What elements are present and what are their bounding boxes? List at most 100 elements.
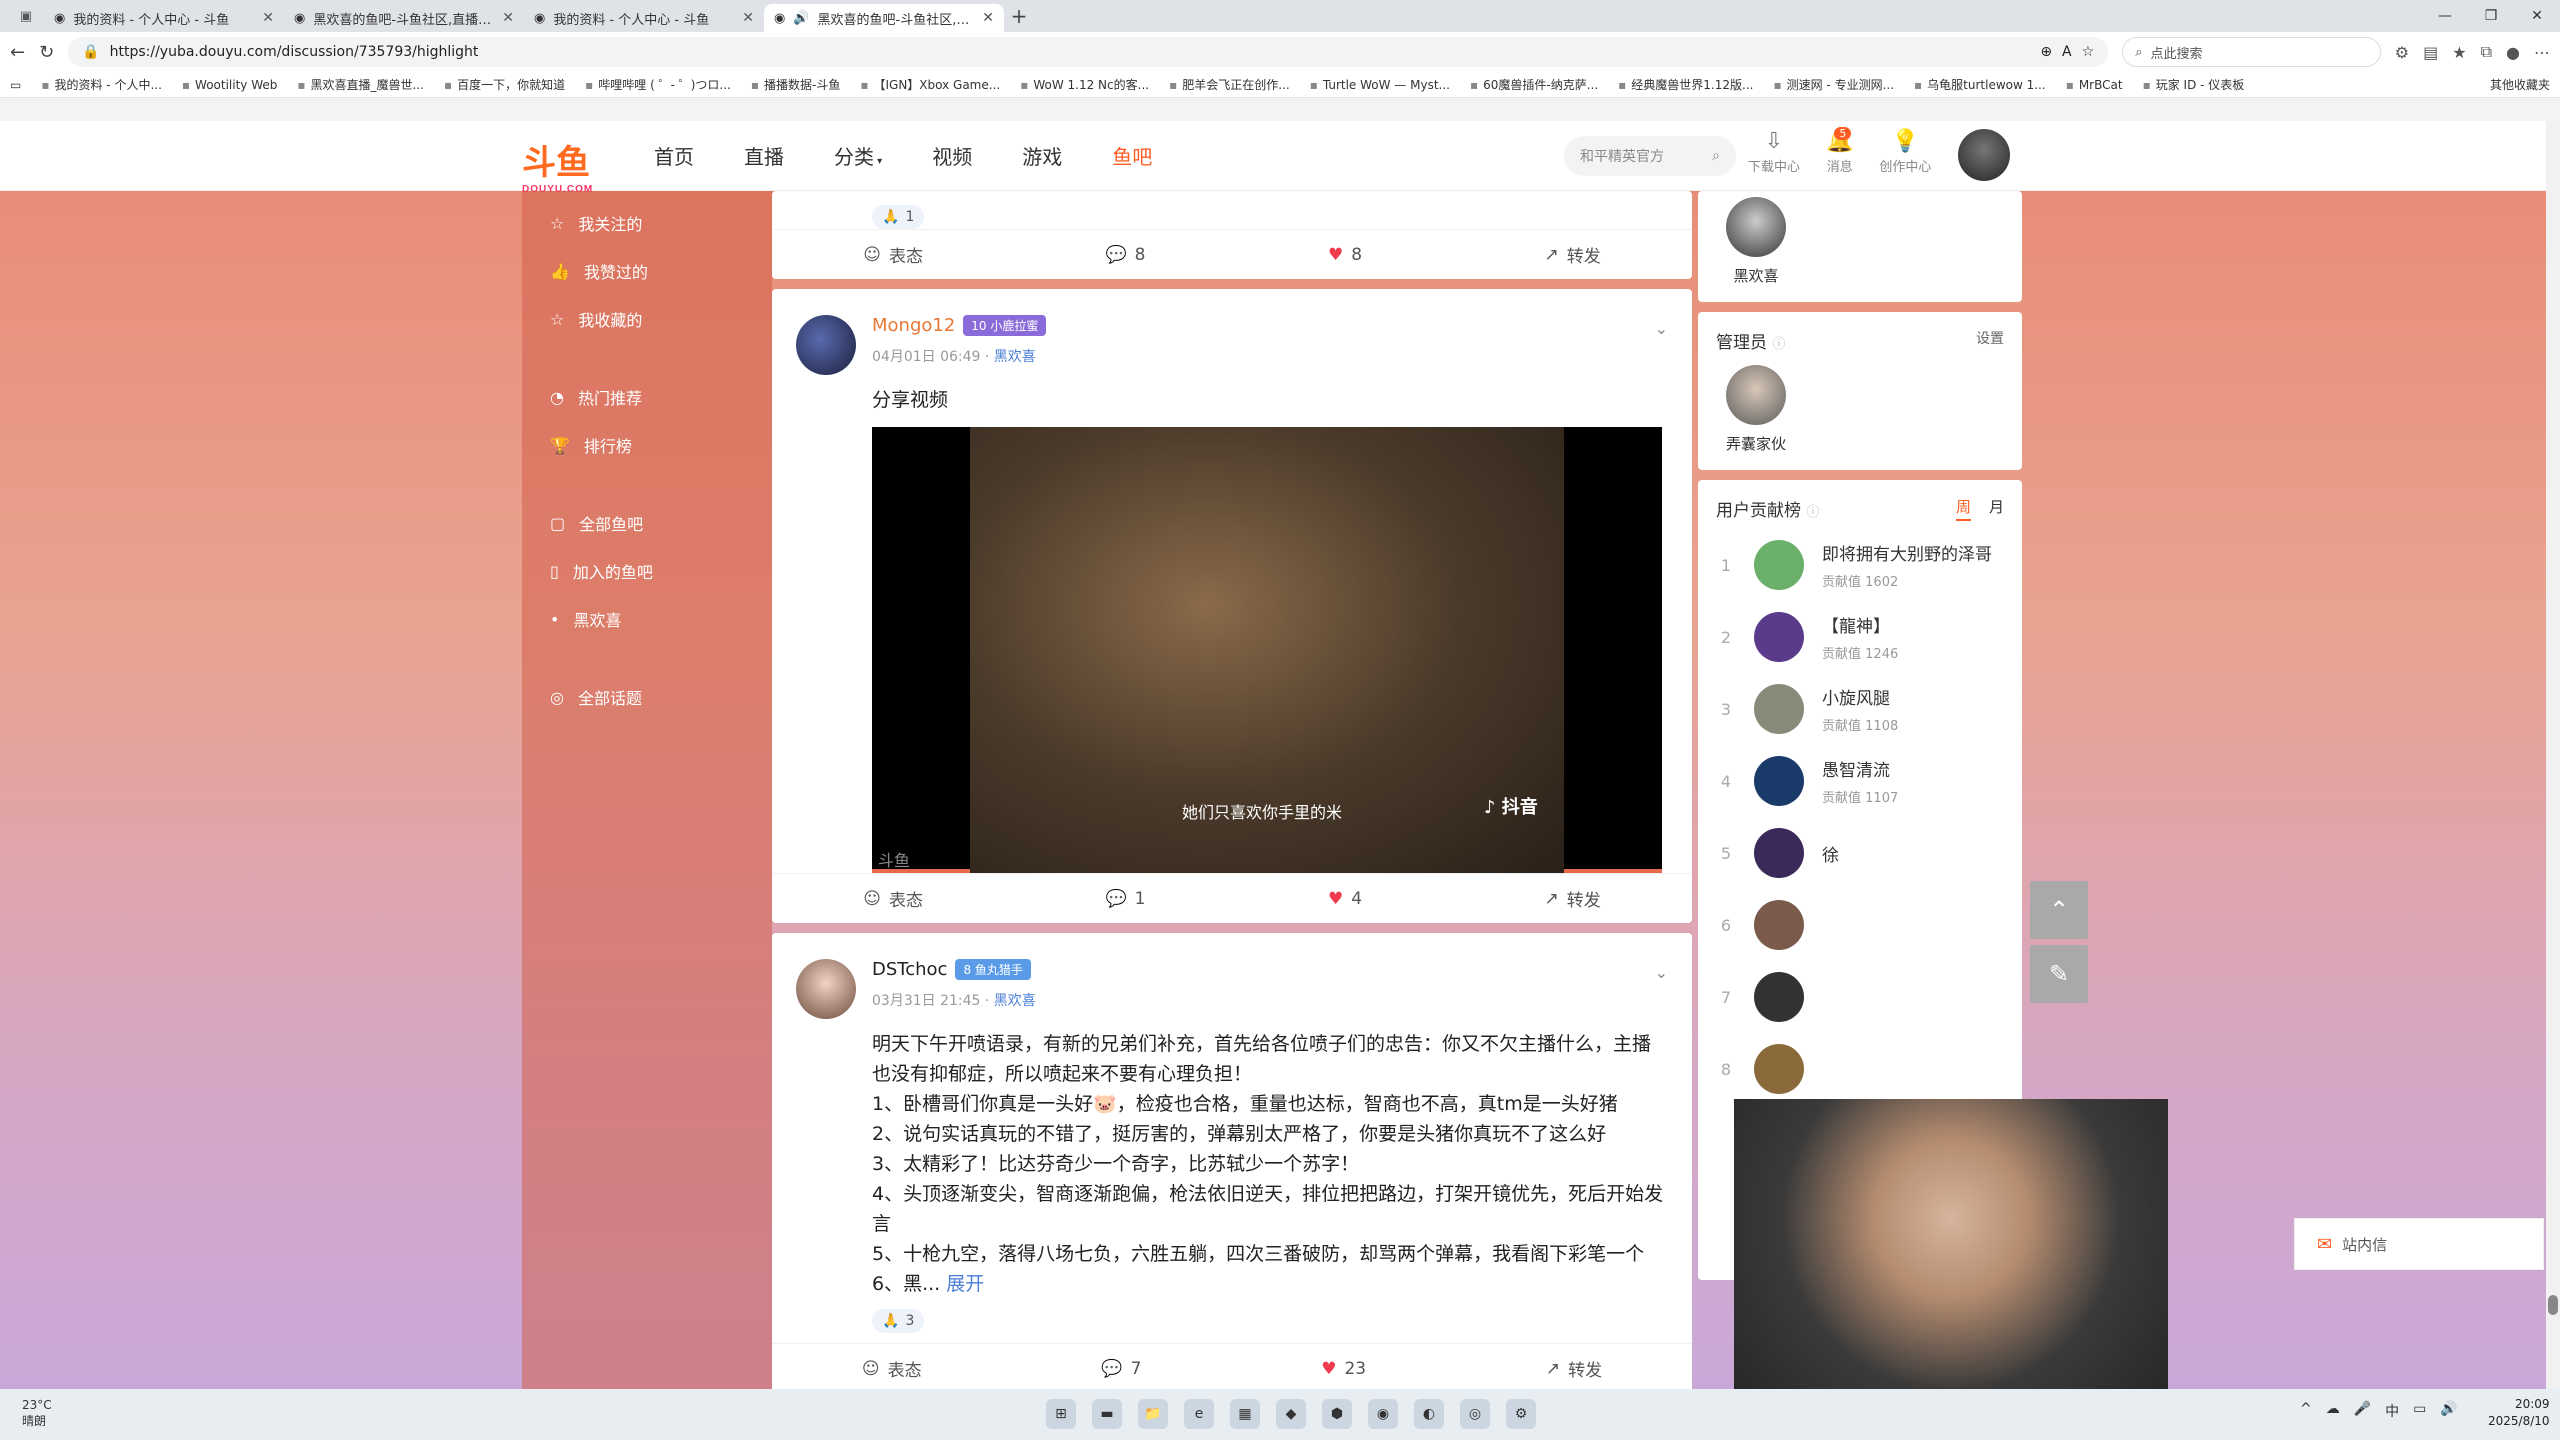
creator-center[interactable]: 💡 创作中心 bbox=[1879, 129, 1931, 175]
like-button[interactable]: ♥ 4 bbox=[1328, 889, 1362, 909]
bookmark-folder-icon[interactable]: ▭ bbox=[10, 78, 21, 92]
bookmark[interactable]: 乌龟服turtlewow 1... bbox=[1914, 76, 2046, 93]
inbox-button[interactable]: ✉ 站内信 bbox=[2294, 1218, 2544, 1270]
netease-icon[interactable]: ◉ bbox=[1368, 1399, 1398, 1429]
extensions-icon[interactable]: ⚙ bbox=[2395, 43, 2409, 62]
mic-icon[interactable]: 🎤 bbox=[2354, 1401, 2371, 1421]
bookmark[interactable]: MrBCat bbox=[2066, 78, 2123, 92]
bookmark[interactable]: Turtle WoW — Myst... bbox=[1310, 78, 1450, 92]
volume-icon[interactable]: 🔊 bbox=[2440, 1401, 2457, 1421]
react-button[interactable]: ☺ 表态 bbox=[863, 886, 923, 912]
collections-icon[interactable]: ⧉ bbox=[2481, 42, 2492, 62]
sidebar-item-all-bars[interactable]: ▢ 全部鱼吧 bbox=[522, 499, 772, 547]
emoji-reaction[interactable]: 🙏 1 bbox=[872, 205, 925, 229]
minimize-icon[interactable]: — bbox=[2422, 0, 2468, 32]
nav-game[interactable]: 游戏 bbox=[1022, 141, 1062, 170]
bookmark[interactable]: Wootility Web bbox=[182, 78, 277, 92]
bookmark[interactable]: 肥羊会飞正在创作... bbox=[1169, 76, 1289, 93]
browser-tab[interactable]: ◉ 我的资料 - 个人中心 - 斗鱼 ✕ bbox=[524, 4, 764, 32]
author-avatar[interactable] bbox=[796, 315, 856, 375]
bookmark[interactable]: 经典魔兽世界1.12版... bbox=[1618, 76, 1753, 93]
speaker-icon[interactable]: 🔊 bbox=[793, 11, 809, 26]
rank-row[interactable]: 1 即将拥有大别野的泽哥 贡献值 1602 bbox=[1716, 529, 2004, 601]
app-icon[interactable]: ⬢ bbox=[1322, 1399, 1352, 1429]
info-icon[interactable]: ⓘ bbox=[1806, 505, 1819, 520]
scrollbar[interactable] bbox=[2546, 121, 2560, 1389]
chevron-down-icon[interactable]: ⌄ bbox=[1655, 319, 1668, 338]
sidebar-item-rank[interactable]: 🏆 排行榜 bbox=[522, 421, 772, 469]
split-icon[interactable]: ▤ bbox=[2423, 43, 2438, 62]
nav-category[interactable]: 分类 ▾ bbox=[834, 141, 882, 170]
share-button[interactable]: ↗ 转发 bbox=[1545, 242, 1601, 268]
admin-avatar[interactable] bbox=[1726, 365, 1786, 425]
sidebar-item-topics[interactable]: ◎ 全部话题 bbox=[522, 673, 772, 721]
steam-icon[interactable]: ⚙ bbox=[1506, 1399, 1536, 1429]
sidebar-item-heihuanxi[interactable]: • 黑欢喜 bbox=[522, 595, 772, 643]
rank-row[interactable]: 2 【龍神】 贡献值 1246 bbox=[1716, 601, 2004, 673]
info-icon[interactable]: ⓘ bbox=[1772, 337, 1785, 352]
like-button[interactable]: ♥ 8 bbox=[1328, 245, 1362, 265]
comment-button[interactable]: 💬 7 bbox=[1101, 1359, 1141, 1379]
ime-indicator[interactable]: 中 bbox=[2385, 1401, 2399, 1421]
bookmark[interactable]: WoW 1.12 Nc的客... bbox=[1020, 76, 1149, 93]
sidebar-item-following[interactable]: ☆ 我关注的 bbox=[522, 199, 772, 247]
app-icon[interactable]: ◎ bbox=[1460, 1399, 1490, 1429]
comment-button[interactable]: 💬 1 bbox=[1105, 889, 1145, 909]
douyu-icon[interactable]: ◐ bbox=[1414, 1399, 1444, 1429]
share-button[interactable]: ↗ 转发 bbox=[1545, 886, 1601, 912]
site-search[interactable]: 和平精英官方 ⌕ bbox=[1564, 136, 1736, 176]
bookmark[interactable]: 百度一下，你就知道 bbox=[444, 76, 565, 93]
bookmark[interactable]: 60魔兽插件-纳克萨... bbox=[1470, 76, 1598, 93]
network-icon[interactable]: ▭ bbox=[2413, 1401, 2426, 1421]
back-to-top-button[interactable]: ⌃ bbox=[2030, 881, 2088, 939]
bookmark[interactable]: 播播数据-斗鱼 bbox=[751, 76, 840, 93]
expand-link[interactable]: 展开 bbox=[946, 1273, 984, 1295]
favorites-icon[interactable]: ★ bbox=[2452, 43, 2466, 62]
rank-row[interactable]: 5徐 bbox=[1716, 817, 2004, 889]
nav-yuba[interactable]: 鱼吧 bbox=[1112, 141, 1152, 170]
close-window-icon[interactable]: ✕ bbox=[2514, 0, 2560, 32]
download-center[interactable]: ⇩ 下载中心 bbox=[1748, 129, 1800, 175]
video-player[interactable]: 她们只喜欢你手里的米 ♪ 抖音 斗鱼 bbox=[872, 427, 1662, 873]
taskview-icon[interactable]: ▬ bbox=[1092, 1399, 1122, 1429]
compose-button[interactable]: ✎ bbox=[2030, 945, 2088, 1003]
tab-month[interactable]: 月 bbox=[1989, 496, 2004, 521]
browser-tab-active[interactable]: ◉ 🔊 黑欢喜的鱼吧-斗鱼社区,直播 ✕ bbox=[764, 4, 1004, 32]
bookmark[interactable]: 黑欢喜直播_魔兽世... bbox=[297, 76, 424, 93]
nav-live[interactable]: 直播 bbox=[744, 141, 784, 170]
weather-widget[interactable]: 23°C 晴朗 bbox=[22, 1397, 52, 1429]
nav-video[interactable]: 视频 bbox=[932, 141, 972, 170]
star-icon[interactable]: ☆ bbox=[2082, 44, 2095, 60]
restore-icon[interactable]: ❐ bbox=[2468, 0, 2514, 32]
app-icon[interactable]: ◆ bbox=[1276, 1399, 1306, 1429]
cloud-icon[interactable]: ☁ bbox=[2326, 1401, 2340, 1421]
messages[interactable]: 🔔 5 消息 bbox=[1826, 127, 1853, 175]
new-tab-button[interactable]: + bbox=[1004, 4, 1034, 28]
tab-actions-icon[interactable]: ▣ bbox=[8, 0, 44, 32]
back-icon[interactable]: ← bbox=[10, 42, 25, 63]
scrollbar-thumb[interactable] bbox=[2548, 1295, 2558, 1315]
rank-row[interactable]: 6 bbox=[1716, 889, 2004, 961]
rank-row[interactable]: 3 小旋风腿 贡献值 1108 bbox=[1716, 673, 2004, 745]
chevron-down-icon[interactable]: ⌄ bbox=[1655, 963, 1668, 982]
search-icon[interactable]: ⌕ bbox=[1712, 148, 1720, 164]
bookmark[interactable]: 哔哩哔哩 ( ゜- ゜)つロ... bbox=[585, 76, 731, 93]
explorer-icon[interactable]: 📁 bbox=[1138, 1399, 1168, 1429]
close-icon[interactable]: ✕ bbox=[502, 10, 514, 26]
post-bar-link[interactable]: 黑欢喜 bbox=[994, 349, 1036, 365]
browser-search[interactable]: ⌕ 点此搜索 bbox=[2122, 37, 2381, 67]
start-icon[interactable]: ⊞ bbox=[1046, 1399, 1076, 1429]
douyu-logo[interactable]: 斗鱼 DOUYU.COM bbox=[522, 135, 593, 195]
browser-tab[interactable]: ◉ 黑欢喜的鱼吧-斗鱼社区,直播爱好 ✕ bbox=[284, 4, 524, 32]
sidebar-item-collected[interactable]: ☆ 我收藏的 bbox=[522, 295, 772, 343]
bookmark[interactable]: 我的资料 - 个人中... bbox=[41, 76, 161, 93]
url-field[interactable]: 🔒 https://yuba.douyu.com/discussion/7357… bbox=[68, 37, 2109, 67]
zoom-icon[interactable]: ⊕ bbox=[2040, 44, 2052, 60]
owner-name[interactable]: 黑欢喜 bbox=[1733, 265, 1778, 286]
profile-icon[interactable]: ● bbox=[2506, 43, 2520, 62]
nav-home[interactable]: 首页 bbox=[654, 141, 694, 170]
bookmark[interactable]: 玩家 ID - 仪表板 bbox=[2143, 76, 2245, 93]
owner-avatar[interactable] bbox=[1726, 197, 1786, 257]
refresh-icon[interactable]: ↻ bbox=[39, 42, 54, 63]
rank-row[interactable]: 4 愚智清流 贡献值 1107 bbox=[1716, 745, 2004, 817]
